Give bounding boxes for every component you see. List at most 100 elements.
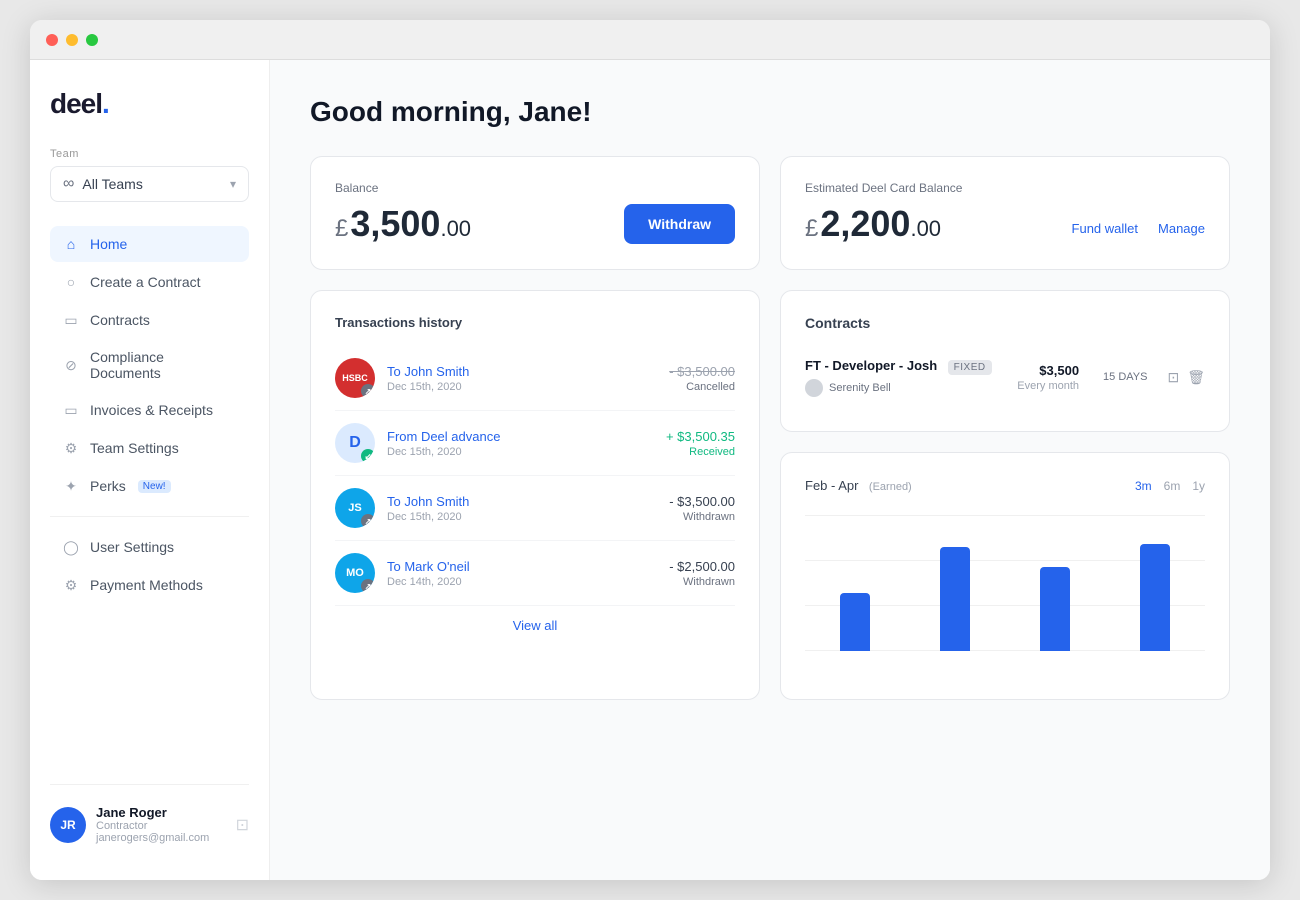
sidebar-item-label: Contracts (90, 312, 150, 328)
contract-recurrence: Every month (1017, 380, 1079, 392)
assignee-avatar (805, 379, 823, 397)
sidebar-item-user-settings[interactable]: ◯ User Settings (50, 529, 249, 565)
tx-arrow-icon: ↗ (361, 579, 375, 593)
contract-badge: FIXED (948, 360, 992, 375)
chart-period-1y[interactable]: 1y (1192, 479, 1205, 493)
copy-icon[interactable]: ⊡ (1167, 369, 1179, 386)
main-content: Good morning, Jane! Balance £3,500.00 Wi… (270, 60, 1270, 880)
chart-bar (1040, 567, 1070, 652)
payment-icon: ⚙ (62, 576, 80, 594)
chart-bar (1140, 544, 1170, 651)
withdraw-button[interactable]: Withdraw (624, 204, 735, 244)
transactions-title: Transactions history (335, 315, 735, 330)
tx-date: Dec 15th, 2020 (387, 446, 654, 458)
user-action-icon[interactable]: ⊡ (236, 815, 249, 835)
view-all-link[interactable]: View all (335, 606, 735, 633)
tx-logo-text: JS (348, 502, 361, 514)
greeting: Good morning, Jane! (310, 96, 1230, 128)
tx-date: Dec 15th, 2020 (387, 511, 657, 523)
transactions-card: Transactions history HSBC ↗ To John Smit… (310, 290, 760, 700)
chart-column: Mar (1005, 515, 1105, 651)
chart-periods: 3m 6m 1y (1135, 479, 1205, 493)
contract-actions: ⊡ 🗑 (1167, 369, 1205, 386)
right-column: Contracts FT - Developer - Josh FIXED Se… (780, 290, 1230, 700)
contract-name-row: FT - Developer - Josh FIXED (805, 357, 1005, 375)
user-info: Jane Roger Contractor janerogers@gmail.c… (96, 805, 226, 844)
balance-row: £3,500.00 Withdraw (335, 203, 735, 245)
tx-name[interactable]: To Mark O'neil (387, 559, 657, 574)
tx-details: To John Smith Dec 15th, 2020 (387, 364, 657, 393)
contracts-icon: ▭ (62, 311, 80, 329)
tx-name[interactable]: From Deel advance (387, 429, 654, 444)
sidebar-item-invoices-receipts[interactable]: ▭ Invoices & Receipts (50, 392, 249, 428)
chart-column: Jan (805, 515, 905, 651)
team-selector[interactable]: ∞ All Teams ▾ (50, 166, 249, 202)
compliance-icon: ⊘ (62, 356, 80, 374)
home-icon: ⌂ (62, 235, 80, 253)
tx-name[interactable]: To John Smith (387, 364, 657, 379)
tx-logo-text: D (349, 434, 361, 452)
user-profile: JR Jane Roger Contractor janerogers@gmai… (50, 797, 249, 852)
sidebar-item-label: Invoices & Receipts (90, 402, 213, 418)
tx-status: Withdrawn (669, 511, 735, 523)
deel-whole: 2,200 (820, 203, 910, 244)
sidebar-item-home[interactable]: ⌂ Home (50, 226, 249, 262)
tx-status: Received (666, 446, 735, 458)
balance-currency: £ (335, 215, 348, 242)
chart-title-group: Feb - Apr (Earned) (805, 477, 912, 495)
sidebar-item-label: Compliance Documents (90, 349, 237, 381)
sidebar-item-perks[interactable]: ✦ Perks New! (50, 468, 249, 504)
sidebar-item-create-contract[interactable]: ○ Create a Contract (50, 264, 249, 300)
sidebar-item-team-settings[interactable]: ⚙ Team Settings (50, 430, 249, 466)
tx-logo-deel: D ↙ (335, 423, 375, 463)
close-dot[interactable] (46, 34, 58, 46)
chart-card: Feb - Apr (Earned) 3m 6m 1y (780, 452, 1230, 700)
transaction-item: JS ↗ To John Smith Dec 15th, 2020 - $3,5… (335, 476, 735, 541)
team-label: Team (50, 148, 249, 160)
fund-wallet-link[interactable]: Fund wallet (1072, 221, 1138, 236)
sidebar-item-label: Team Settings (90, 440, 179, 456)
tx-amount-col: - $3,500.00 Withdrawn (669, 494, 735, 523)
tx-status: Cancelled (669, 381, 735, 393)
tx-name[interactable]: To John Smith (387, 494, 657, 509)
tx-details: To John Smith Dec 15th, 2020 (387, 494, 657, 523)
tx-logo-mark: MO ↗ (335, 553, 375, 593)
balance-amount: £3,500.00 (335, 203, 471, 245)
top-cards: Balance £3,500.00 Withdraw Estimated Dee… (310, 156, 1230, 270)
tx-logo-text: MO (346, 567, 364, 579)
sidebar-item-label: User Settings (90, 539, 174, 555)
chart-bar (840, 593, 870, 652)
sidebar: deel. Team ∞ All Teams ▾ ⌂ Home ○ Create… (30, 60, 270, 880)
contract-item: FT - Developer - Josh FIXED Serenity Bel… (805, 347, 1205, 407)
chart-column: Feb (905, 515, 1005, 651)
tx-arrow-icon: ↙ (361, 449, 375, 463)
minimize-dot[interactable] (66, 34, 78, 46)
titlebar (30, 20, 1270, 60)
chart-period-3m[interactable]: 3m (1135, 479, 1152, 493)
chart-period-label: (Earned) (869, 481, 912, 493)
chart-period-6m[interactable]: 6m (1164, 479, 1181, 493)
user-name: Jane Roger (96, 805, 226, 820)
balance-whole: 3,500 (350, 203, 440, 244)
tx-amount-col: + $3,500.35 Received (666, 429, 735, 458)
tx-arrow-icon: ↗ (361, 384, 375, 398)
tx-amount-col: - $2,500.00 Withdrawn (669, 559, 735, 588)
deel-card-actions: Fund wallet Manage (1072, 221, 1205, 236)
delete-icon[interactable]: 🗑 (1187, 369, 1205, 386)
chart-title: Feb - Apr (805, 478, 858, 493)
sidebar-item-payment-methods[interactable]: ⚙ Payment Methods (50, 567, 249, 603)
sidebar-bottom: JR Jane Roger Contractor janerogers@gmai… (50, 772, 249, 852)
tx-details: To Mark O'neil Dec 14th, 2020 (387, 559, 657, 588)
tx-amount: - $3,500.00 (669, 494, 735, 509)
sidebar-item-contracts[interactable]: ▭ Contracts (50, 302, 249, 338)
manage-link[interactable]: Manage (1158, 221, 1205, 236)
deel-balance-row: £2,200.00 Fund wallet Manage (805, 203, 1205, 245)
transaction-item: HSBC ↗ To John Smith Dec 15th, 2020 - $3… (335, 346, 735, 411)
fullscreen-dot[interactable] (86, 34, 98, 46)
sidebar-item-label: Home (90, 236, 127, 252)
tx-logo-hsbc: HSBC ↗ (335, 358, 375, 398)
user-role: Contractor (96, 820, 226, 832)
sidebar-item-compliance-documents[interactable]: ⊘ Compliance Documents (50, 340, 249, 390)
logo-dot: . (102, 88, 109, 119)
sidebar-item-label: Payment Methods (90, 577, 203, 593)
